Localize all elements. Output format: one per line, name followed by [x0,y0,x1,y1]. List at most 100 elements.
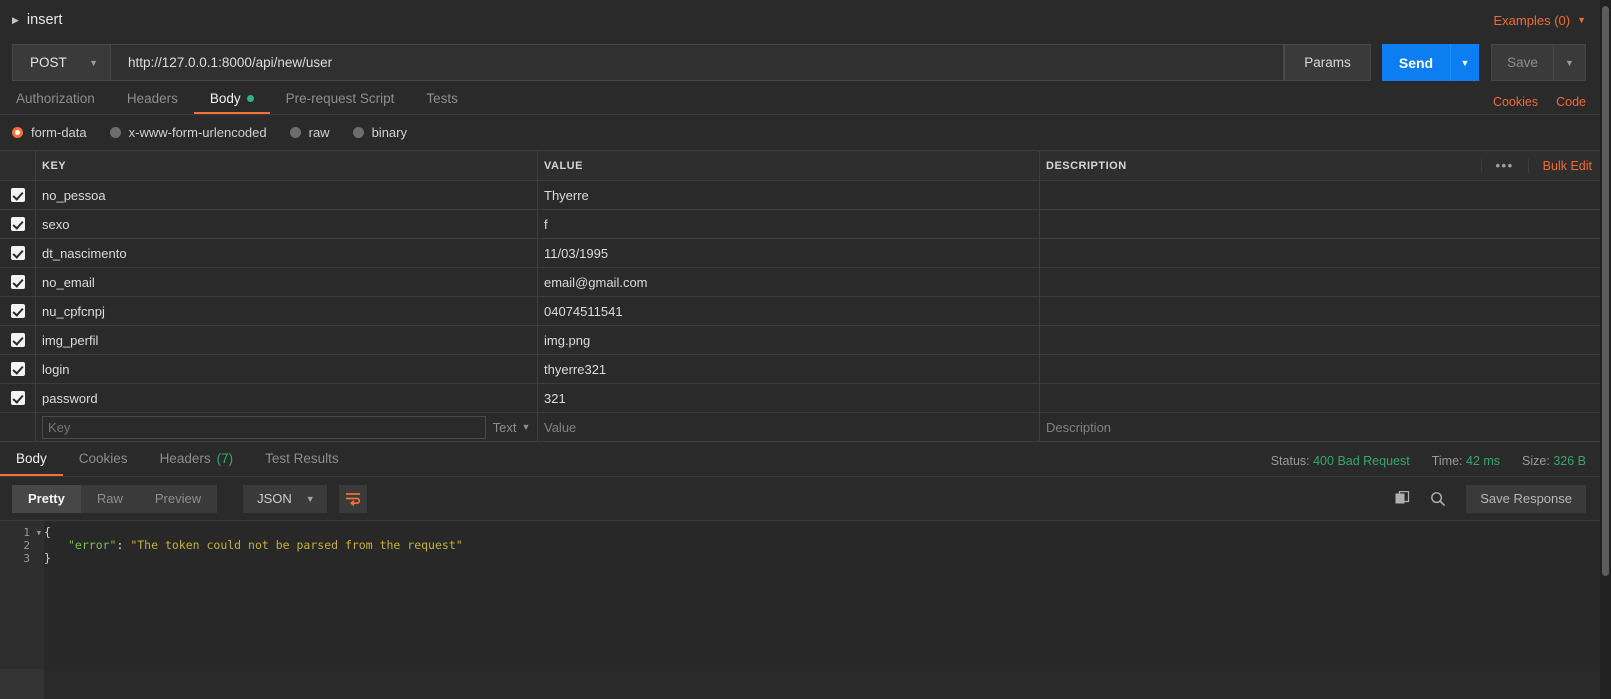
row-checkbox[interactable] [10,333,25,347]
url-bar-row: POST ▼ http://127.0.0.1:8000/api/new/use… [0,40,1600,85]
time-label: Time: [1431,454,1463,468]
copy-button[interactable] [1395,491,1410,506]
save-dropdown-button[interactable]: ▼ [1553,44,1586,81]
row-value[interactable]: Thyerre [538,181,1040,209]
table-row[interactable]: password 321 [0,384,1600,413]
row-description[interactable] [1040,239,1600,267]
radio-raw[interactable]: raw [289,125,330,140]
row-key[interactable]: no_pessoa [36,181,538,209]
code-content[interactable]: {"error": "The token could not be parsed… [44,521,1600,669]
save-response-button[interactable]: Save Response [1466,484,1586,513]
row-key[interactable]: img_perfil [36,326,538,354]
new-row-type-select[interactable]: Text ▼ [486,420,537,435]
ellipsis-icon[interactable]: ••• [1480,159,1528,172]
tab-pre-request-script[interactable]: Pre-request Script [270,84,411,114]
save-button[interactable]: Save [1491,44,1553,81]
tab-body[interactable]: Body [193,84,270,114]
tab-tests[interactable]: Tests [410,84,474,114]
word-wrap-button[interactable] [338,484,367,513]
time-meta: Time: 42 ms [1432,454,1500,468]
table-row[interactable]: login thyerre321 [0,355,1600,384]
view-mode-group: Pretty Raw Preview [12,484,218,513]
new-row-checkbox-cell [0,413,36,441]
table-row[interactable]: img_perfil img.png [0,326,1600,355]
row-description[interactable] [1040,384,1600,412]
table-actions: ••• Bulk Edit [1480,158,1592,173]
row-value[interactable]: 321 [538,384,1040,412]
row-value[interactable]: 11/03/1995 [538,239,1040,267]
scrollbar-thumb[interactable] [1602,6,1609,576]
row-checkbox[interactable] [10,362,25,376]
params-button[interactable]: Params [1284,44,1371,81]
response-meta: Status: 400 Bad Request Time: 42 ms Size… [1271,454,1586,476]
table-row[interactable]: nu_cpfcnpj 04074511541 [0,297,1600,326]
view-mode-preview[interactable]: Preview [139,485,217,513]
code-link[interactable]: Code [1556,95,1586,109]
new-row-description-cell[interactable]: Description [1040,413,1600,441]
row-key[interactable]: password [36,384,538,412]
row-checkbox-cell [0,384,36,412]
row-value[interactable]: f [538,210,1040,238]
response-tab-test-results[interactable]: Test Results [249,443,355,476]
row-value[interactable]: 04074511541 [538,297,1040,325]
new-row-value-cell[interactable]: Value [538,413,1040,441]
method-select[interactable]: POST ▼ [12,44,110,81]
row-value[interactable]: img.png [538,326,1040,354]
response-body-viewer[interactable]: 1 ▼ 2 3 {"error": "The token could not b… [0,520,1600,669]
row-description[interactable] [1040,355,1600,383]
row-checkbox[interactable] [10,304,25,318]
view-mode-pretty[interactable]: Pretty [12,484,81,513]
radio-binary[interactable]: binary [352,125,407,140]
chevron-down-icon: ▼ [521,422,531,432]
examples-dropdown[interactable]: Examples (0) ▼ [1494,13,1587,28]
row-key[interactable]: dt_nascimento [36,239,538,267]
row-value[interactable]: email@gmail.com [538,268,1040,296]
radio-form-data[interactable]: form-data [12,125,87,140]
size-label: Size: [1522,454,1550,468]
body-type-radio-group: form-data x-www-form-urlencoded raw bina… [0,115,1600,150]
format-select[interactable]: JSON ▼ [243,484,327,513]
row-checkbox[interactable] [10,217,25,231]
postman-window: ▶ insert Examples (0) ▼ POST ▼ http://12… [0,0,1611,699]
search-button[interactable] [1430,491,1446,507]
table-row[interactable]: no_email email@gmail.com [0,268,1600,297]
send-button[interactable]: Send [1382,44,1450,81]
code-key: "error" [68,538,117,552]
row-key[interactable]: sexo [36,210,538,238]
view-mode-raw[interactable]: Raw [81,485,139,513]
row-checkbox[interactable] [10,275,25,289]
new-key-input[interactable] [42,415,486,439]
tab-headers[interactable]: Headers [111,84,194,114]
row-checkbox[interactable] [10,188,25,202]
response-tab-cookies[interactable]: Cookies [63,443,144,476]
table-row[interactable]: sexo f [0,210,1600,239]
row-description[interactable] [1040,297,1600,325]
breadcrumb[interactable]: ▶ insert [12,12,62,28]
response-tab-body[interactable]: Body [0,443,63,476]
cookies-link[interactable]: Cookies [1493,95,1538,109]
row-description[interactable] [1040,181,1600,209]
row-checkbox[interactable] [10,391,25,405]
row-key[interactable]: no_email [36,268,538,296]
row-description[interactable] [1040,268,1600,296]
url-input[interactable]: http://127.0.0.1:8000/api/new/user [110,44,1284,81]
right-scrollbar[interactable] [1600,0,1611,699]
table-new-row[interactable]: Text ▼ Value Description [0,413,1600,442]
row-description[interactable] [1040,326,1600,354]
row-value[interactable]: thyerre321 [538,355,1040,383]
row-checkbox[interactable] [10,246,25,260]
bulk-edit-button[interactable]: Bulk Edit [1527,158,1592,173]
tab-label: Headers [126,90,178,106]
table-row[interactable]: dt_nascimento 11/03/1995 [0,239,1600,268]
radio-label: x-www-form-urlencoded [128,125,267,140]
row-key[interactable]: nu_cpfcnpj [36,297,538,325]
row-description[interactable] [1040,210,1600,238]
row-key[interactable]: login [36,355,538,383]
send-group: Send ▼ [1382,44,1479,81]
status-value: 400 Bad Request [1313,454,1410,468]
tab-authorization[interactable]: Authorization [0,84,111,114]
table-row[interactable]: no_pessoa Thyerre [0,181,1600,210]
radio-x-www-form-urlencoded[interactable]: x-www-form-urlencoded [109,125,267,140]
response-tab-headers[interactable]: Headers (7) [144,443,250,476]
send-dropdown-button[interactable]: ▼ [1450,44,1479,81]
